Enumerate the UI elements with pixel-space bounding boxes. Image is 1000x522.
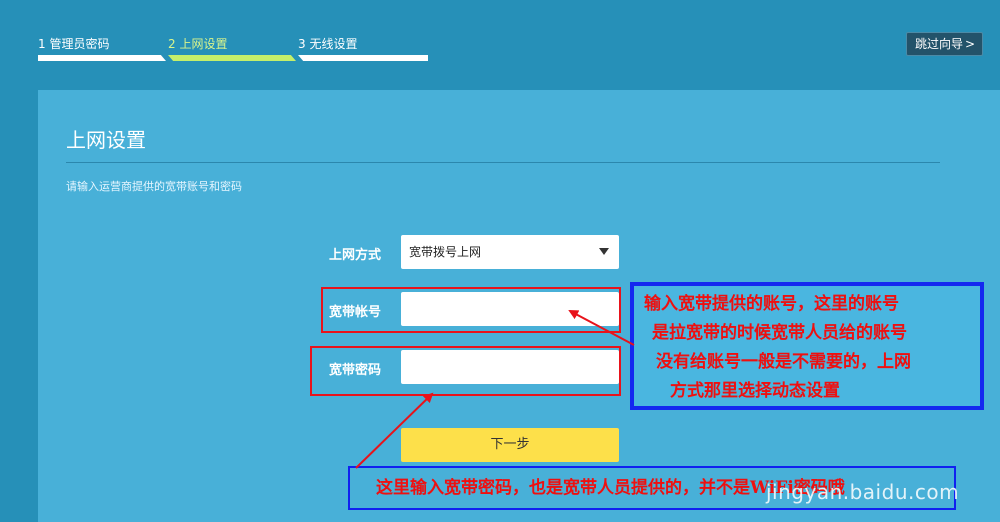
arrow-to-password [355,392,434,469]
watermark: jingyan.baidu.com [766,480,960,504]
annotation-arrows [355,310,635,469]
arrow-to-account [568,310,635,346]
